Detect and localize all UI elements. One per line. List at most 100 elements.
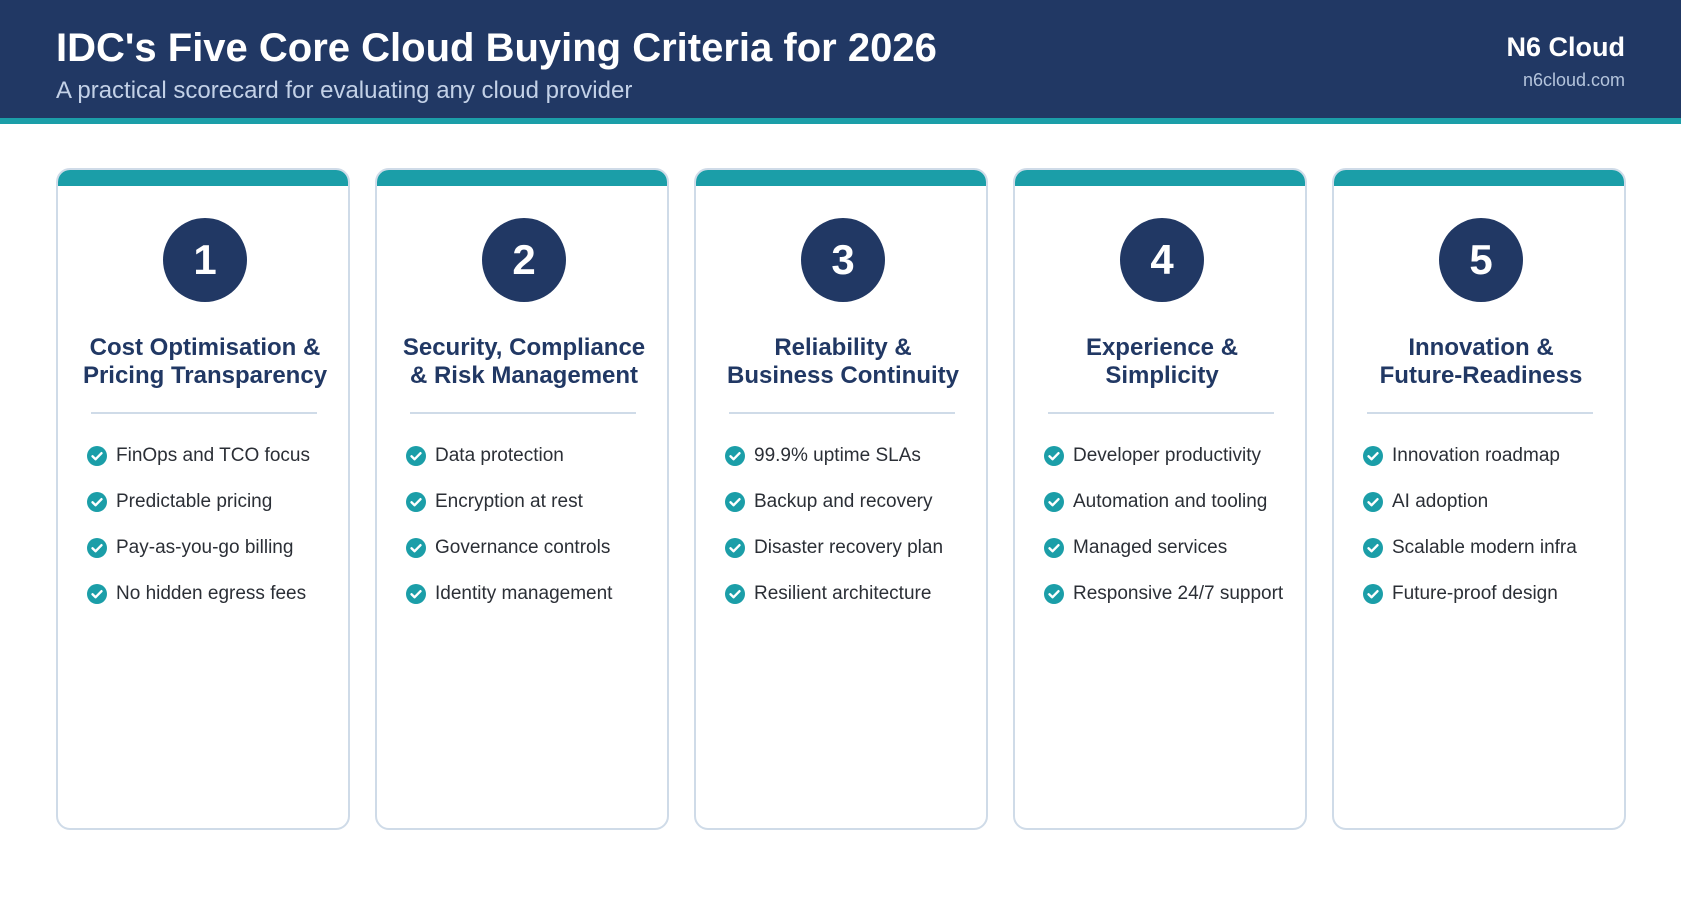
criteria-item-label: Pay-as-you-go billing [116,537,294,558]
criteria-item: Predictable pricing [87,490,310,536]
card-divider [91,412,317,414]
criteria-item: FinOps and TCO focus [87,444,310,490]
check-circle-icon [1044,584,1064,604]
criteria-item: Future-proof design [1363,582,1577,628]
criteria-item-label: Backup and recovery [754,491,933,512]
criteria-card-1: 1 Cost Optimisation & Pricing Transparen… [56,168,350,830]
criteria-number-badge: 3 [801,218,885,302]
criteria-item: Scalable modern infra [1363,536,1577,582]
criteria-number-badge: 4 [1120,218,1204,302]
header-banner: IDC's Five Core Cloud Buying Criteria fo… [0,0,1681,124]
check-circle-icon [87,446,107,466]
card-accent-bar [1334,170,1624,186]
criteria-card-2: 2 Security, Compliance & Risk Management… [375,168,669,830]
criteria-title-line: & Risk Management [409,362,639,389]
card-accent-bar [1015,170,1305,186]
criteria-card-3: 3 Reliability & Business Continuity 99.9… [694,168,988,830]
criteria-item-list: Innovation roadmap AI adoption Scalable … [1363,444,1577,628]
card-accent-bar [58,170,348,186]
criteria-item-label: Identity management [435,583,613,604]
criteria-item-label: 99.9% uptime SLAs [754,445,921,466]
criteria-number-badge: 1 [163,218,247,302]
check-circle-icon [725,492,745,512]
check-circle-icon [1044,538,1064,558]
criteria-item: Backup and recovery [725,490,943,536]
criteria-number-badge: 5 [1439,218,1523,302]
criteria-item: Resilient architecture [725,582,943,628]
criteria-item: Managed services [1044,536,1283,582]
check-circle-icon [725,538,745,558]
check-circle-icon [1363,584,1383,604]
criteria-title-line: Experience & [1085,334,1239,361]
check-circle-icon [1363,492,1383,512]
criteria-item-label: Responsive 24/7 support [1073,583,1284,604]
criteria-item: Automation and tooling [1044,490,1283,536]
criteria-item-label: Resilient architecture [754,583,932,604]
criteria-item-list: FinOps and TCO focus Predictable pricing… [87,444,310,628]
criteria-card-5: 5 Innovation & Future-Readiness Innovati… [1332,168,1626,830]
criteria-item-label: Automation and tooling [1073,491,1268,512]
criteria-item-label: Predictable pricing [116,491,273,512]
criteria-item-label: Disaster recovery plan [754,537,944,558]
criteria-title-line: Business Continuity [726,362,960,389]
criteria-title-line: Security, Compliance [402,334,646,361]
criteria-item-label: Managed services [1073,537,1228,558]
check-circle-icon [1044,446,1064,466]
criteria-item-label: Data protection [435,445,564,466]
criteria-title-line: Cost Optimisation & [89,334,321,361]
criteria-item-label: Developer productivity [1073,445,1261,466]
criteria-item: No hidden egress fees [87,582,310,628]
criteria-item-label: Encryption at rest [435,491,583,512]
check-circle-icon [406,492,426,512]
brand-url: n6cloud.com [1522,70,1625,90]
check-circle-icon [406,584,426,604]
criteria-title-line: Future-Readiness [1379,362,1583,389]
criteria-title: Experience & Simplicity [1025,334,1299,390]
criteria-title: Innovation & Future-Readiness [1344,334,1618,390]
criteria-item: Responsive 24/7 support [1044,582,1283,628]
check-circle-icon [87,584,107,604]
card-divider [1367,412,1593,414]
criteria-item-list: Developer productivity Automation and to… [1044,444,1283,628]
criteria-item-label: No hidden egress fees [116,583,307,604]
criteria-item-list: Data protection Encryption at rest Gover… [406,444,612,628]
criteria-item: Encryption at rest [406,490,612,536]
page-subtitle: A practical scorecard for evaluating any… [56,77,633,104]
card-divider [1048,412,1274,414]
criteria-title: Reliability & Business Continuity [706,334,980,390]
check-circle-icon [406,446,426,466]
card-divider [729,412,955,414]
criteria-item: Identity management [406,582,612,628]
criteria-card-4: 4 Experience & Simplicity Developer prod… [1013,168,1307,830]
criteria-item-label: Innovation roadmap [1392,445,1560,466]
criteria-title-line: Reliability & [774,334,912,361]
check-circle-icon [1363,538,1383,558]
check-circle-icon [406,538,426,558]
card-divider [410,412,636,414]
criteria-title-line: Simplicity [1105,362,1219,389]
criteria-item-label: FinOps and TCO focus [116,445,310,466]
check-circle-icon [1044,492,1064,512]
criteria-item-label: Scalable modern infra [1392,537,1577,558]
check-circle-icon [87,492,107,512]
check-circle-icon [725,446,745,466]
criteria-item-label: Governance controls [435,537,611,558]
criteria-item: Pay-as-you-go billing [87,536,310,582]
check-circle-icon [87,538,107,558]
criteria-item: Data protection [406,444,612,490]
check-circle-icon [1363,446,1383,466]
criteria-item-list: 99.9% uptime SLAs Backup and recovery Di… [725,444,943,628]
criteria-title-line: Innovation & [1408,334,1554,361]
criteria-item: Governance controls [406,536,612,582]
criteria-title-line: Pricing Transparency [82,362,328,389]
criteria-item: Innovation roadmap [1363,444,1577,490]
criteria-cards: 1 Cost Optimisation & Pricing Transparen… [56,168,1626,830]
brand-name: N6 Cloud [1506,32,1626,62]
criteria-item: 99.9% uptime SLAs [725,444,943,490]
criteria-item: Disaster recovery plan [725,536,943,582]
criteria-title: Cost Optimisation & Pricing Transparency [68,334,342,390]
check-circle-icon [725,584,745,604]
page-title: IDC's Five Core Cloud Buying Criteria fo… [56,26,937,70]
criteria-item-label: Future-proof design [1392,583,1558,604]
criteria-item: AI adoption [1363,490,1577,536]
